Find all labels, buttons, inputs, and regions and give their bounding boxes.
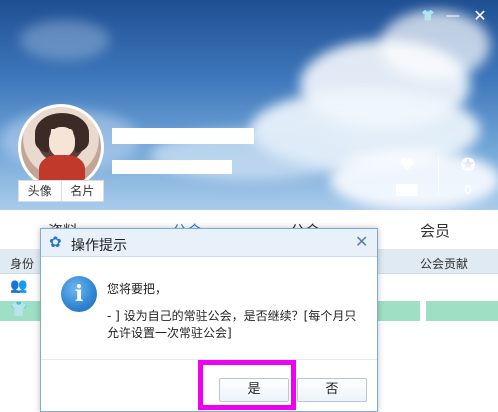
dialog-body: i 您将要把， - ] 设为自己的常驻公会，是否继续？[每个月只允许设置一次常驻…	[41, 258, 377, 358]
avatar-tab-card[interactable]: 名片	[60, 181, 104, 201]
info-icon: i	[61, 276, 97, 312]
nickname-redacted	[112, 128, 254, 144]
avatar-tab-photo[interactable]: 头像	[19, 181, 61, 201]
like-count-redacted	[396, 184, 418, 196]
dialog-close-icon[interactable]: ✕	[355, 233, 368, 251]
annotation-highlight-box	[198, 360, 296, 410]
dialog-title: 操作提示	[71, 238, 127, 254]
cloud-decoration	[20, 20, 110, 60]
signature-redacted	[112, 160, 232, 174]
profile-header: 👕 — ✕ 头像 名片 ♥ ✪ 0	[0, 0, 498, 210]
gear-icon: ✿	[49, 233, 62, 251]
column-header-contribution[interactable]: 公会贡献	[420, 255, 468, 272]
user-icon: 👕	[10, 302, 28, 318]
dialog-message-prefix: 您将要把，	[107, 282, 168, 296]
member-icon: 👥	[10, 278, 28, 294]
rank-value: 0	[464, 183, 472, 197]
column-header-role[interactable]: 身份	[10, 255, 34, 272]
avatar-face	[49, 127, 75, 157]
avatar[interactable]	[18, 104, 104, 190]
medal-icon: ✪	[460, 155, 476, 176]
column-separator	[420, 299, 426, 323]
tab-membership[interactable]: 会员	[420, 220, 450, 241]
guild-name-redacted	[173, 278, 359, 294]
minimize-icon[interactable]: —	[443, 8, 463, 24]
dialog-titlebar[interactable]: ✿ 操作提示 ✕	[41, 229, 377, 257]
rank-stat[interactable]: ✪ 0	[448, 155, 488, 198]
avatar-tabs: 头像 名片	[18, 180, 104, 202]
like-stat[interactable]: ♥	[387, 156, 427, 199]
dialog-message: - ] 设为自己的常驻公会，是否继续？[每个月只允许设置一次常驻公会]	[107, 309, 357, 340]
no-button[interactable]: 否	[297, 378, 367, 402]
stat-divider	[438, 156, 439, 196]
heart-icon: ♥	[398, 155, 416, 176]
close-icon[interactable]: ✕	[470, 8, 490, 24]
shirt-icon[interactable]: 👕	[418, 8, 438, 24]
